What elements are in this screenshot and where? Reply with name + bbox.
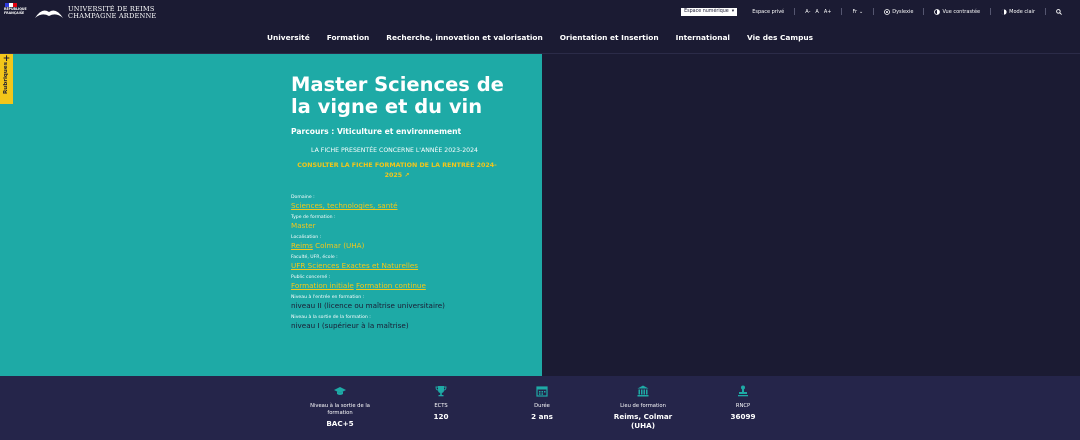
stat-rncp: RNCP 36099	[703, 385, 783, 421]
half-moon-icon	[1001, 8, 1007, 15]
fact-domaine: Domaine : Sciences, technologies, santé	[291, 194, 531, 211]
stat-ects: ECTS 120	[401, 385, 481, 421]
main-navigation: Université Formation Recherche, innovati…	[0, 30, 1080, 46]
trophy-icon	[435, 386, 447, 397]
building-icon	[637, 385, 649, 397]
fact-public: Public concerné : Formation initiale For…	[291, 274, 531, 291]
fact-label: Niveau à l'entrée en formation :	[291, 295, 365, 300]
rf-logo-text: RÉPUBLIQUE FRANÇAISE	[4, 7, 27, 15]
chevron-down-icon: ⌄	[859, 8, 864, 15]
fact-label: Niveau à la sortie de la formation :	[291, 315, 371, 320]
font-size-reset-button[interactable]: A	[815, 9, 818, 15]
fact-localisation: Localisation : Reims Colmar (UHA)	[291, 234, 531, 251]
nav-item-vie-des-campus[interactable]: Vie des Campus	[747, 30, 813, 46]
divider	[990, 8, 992, 15]
top-bar: RÉPUBLIQUE FRANÇAISE UNIVERSITÉ DE REIMS…	[0, 0, 1080, 24]
language-select[interactable]: Fr ⌄	[852, 9, 863, 15]
localisation-reims-link[interactable]: Reims	[291, 241, 313, 250]
contrast-toggle[interactable]: Vue contrastée	[934, 9, 980, 15]
stat-duree: Durée 2 ans	[502, 385, 582, 421]
eye-icon	[884, 8, 891, 15]
type-link[interactable]: Master	[291, 221, 316, 230]
stat-niveau-sortie: Niveau à la sortie de la formation BAC+5	[300, 385, 380, 428]
divider	[873, 8, 875, 15]
calendar-icon	[536, 386, 548, 397]
niveau-sortie-value: niveau I (supérieur à la maîtrise)	[291, 321, 409, 330]
fact-type: Type de formation : Master	[291, 214, 531, 231]
domaine-link[interactable]: Sciences, technologies, santé	[291, 201, 398, 210]
search-icon	[1056, 8, 1062, 15]
parcours-subtitle: Parcours : Viticulture et environnement	[291, 127, 462, 136]
graduation-cap-icon	[334, 387, 346, 395]
faculte-link[interactable]: UFR Sciences Exactes et Naturelles	[291, 261, 418, 270]
urca-logo[interactable]: UNIVERSITÉ DE REIMS CHAMPAGNE ARDENNE	[34, 6, 156, 20]
font-size-increase-button[interactable]: A+	[824, 9, 832, 15]
divider	[923, 8, 925, 15]
nav-item-orientation[interactable]: Orientation et Insertion	[560, 30, 659, 46]
nav-item-international[interactable]: International	[676, 30, 730, 46]
external-link-icon: ↗	[404, 172, 410, 179]
stat-lieu: Lieu de formation Reims, Colmar (UHA)	[603, 385, 683, 430]
localisation-colmar-link[interactable]: Colmar (UHA)	[315, 241, 364, 250]
fact-niveau-entree: Niveau à l'entrée en formation : niveau …	[291, 294, 531, 311]
annee-notice: LA FICHE PRESENTÉE CONCERNE L'ANNÉE 2023…	[311, 147, 478, 154]
formation-facts: Domaine : Sciences, technologies, santé …	[291, 194, 531, 334]
fact-faculte: Faculté, UFR, école : UFR Sciences Exact…	[291, 254, 531, 271]
fact-label: Localisation :	[291, 235, 322, 240]
formation-initiale-link[interactable]: Formation initiale	[291, 281, 354, 290]
divider	[794, 8, 796, 15]
contrast-icon	[934, 8, 941, 15]
nav-item-formation[interactable]: Formation	[327, 30, 370, 46]
fact-niveau-sortie: Niveau à la sortie de la formation : niv…	[291, 314, 531, 331]
dyslexie-toggle[interactable]: Dyslexie	[884, 9, 913, 15]
nav-item-recherche[interactable]: Recherche, innovation et valorisation	[386, 30, 542, 46]
chevron-down-icon: ▾	[731, 9, 735, 14]
mode-clair-toggle[interactable]: Mode clair	[1001, 9, 1035, 15]
urca-emblem-icon	[35, 10, 63, 18]
fact-label: Domaine :	[291, 195, 315, 200]
urca-line-2: CHAMPAGNE ARDENNE	[68, 12, 157, 20]
fact-label: Type de formation :	[291, 215, 336, 220]
font-size-decrease-button[interactable]: A-	[805, 9, 810, 15]
divider	[1045, 8, 1046, 15]
stamp-icon	[738, 385, 748, 397]
search-button[interactable]	[1056, 8, 1062, 15]
page-title: Master Sciences de la vigne et du vin	[291, 73, 504, 118]
divider	[841, 8, 843, 15]
espace-prive-link[interactable]: Espace privé	[752, 9, 784, 15]
hero-image-area	[542, 54, 1080, 376]
fact-label: Faculté, UFR, école :	[291, 255, 338, 260]
fact-label: Public concerné :	[291, 275, 331, 280]
rubriques-tab[interactable]: + Rubriques	[0, 54, 13, 104]
formation-continue-link[interactable]: Formation continue	[356, 281, 426, 290]
nav-item-universite[interactable]: Université	[267, 30, 310, 46]
utility-bar: Espace numérique ▾ Espace privé A- A A+ …	[681, 7, 1062, 16]
espace-numerique-select[interactable]: Espace numérique ▾	[681, 7, 738, 16]
niveau-entree-value: niveau II (licence ou maîtrise universit…	[291, 301, 445, 310]
republique-francaise-logo[interactable]: RÉPUBLIQUE FRANÇAISE	[4, 3, 28, 23]
consulter-fiche-link[interactable]: CONSULTER LA FICHE FORMATION DE LA RENTR…	[291, 161, 503, 181]
rubriques-label: Rubriques	[3, 61, 9, 95]
